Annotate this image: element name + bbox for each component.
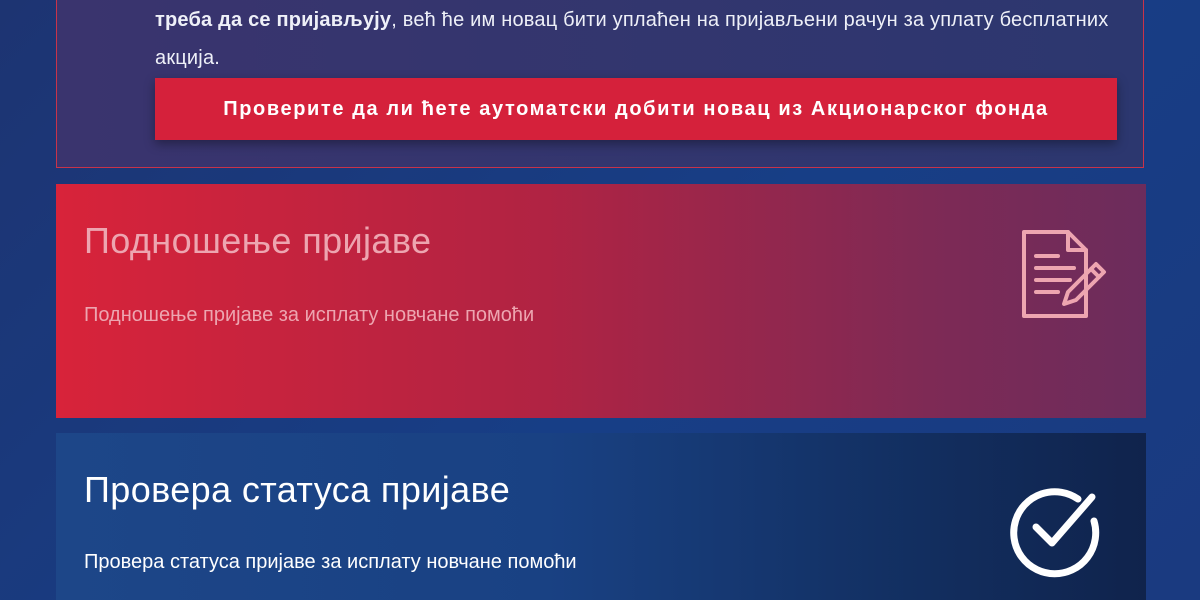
check-auto-payment-button[interactable]: Проверите да ли ћете аутоматски добити н…	[155, 78, 1117, 140]
check-status-description: Провера статуса пријаве за исплату новча…	[84, 551, 577, 573]
submit-application-title: Подношење пријаве	[84, 220, 432, 261]
submit-application-card[interactable]: Подношење пријаве Подношење пријаве за и…	[56, 184, 1146, 418]
submit-application-description: Подношење пријаве за исплату новчане пом…	[84, 304, 535, 326]
info-text-bold: треба да се пријављују	[155, 9, 392, 31]
check-circle-icon	[1010, 488, 1100, 578]
check-status-card[interactable]: Провера статуса пријаве Провера статуса …	[56, 433, 1146, 600]
info-text: треба да се пријављују, већ ће им новац …	[155, 1, 1115, 77]
info-box: треба да се пријављују, већ ће им новац …	[56, 0, 1144, 168]
document-edit-icon	[1022, 230, 1106, 318]
check-status-title: Провера статуса пријаве	[84, 469, 511, 510]
